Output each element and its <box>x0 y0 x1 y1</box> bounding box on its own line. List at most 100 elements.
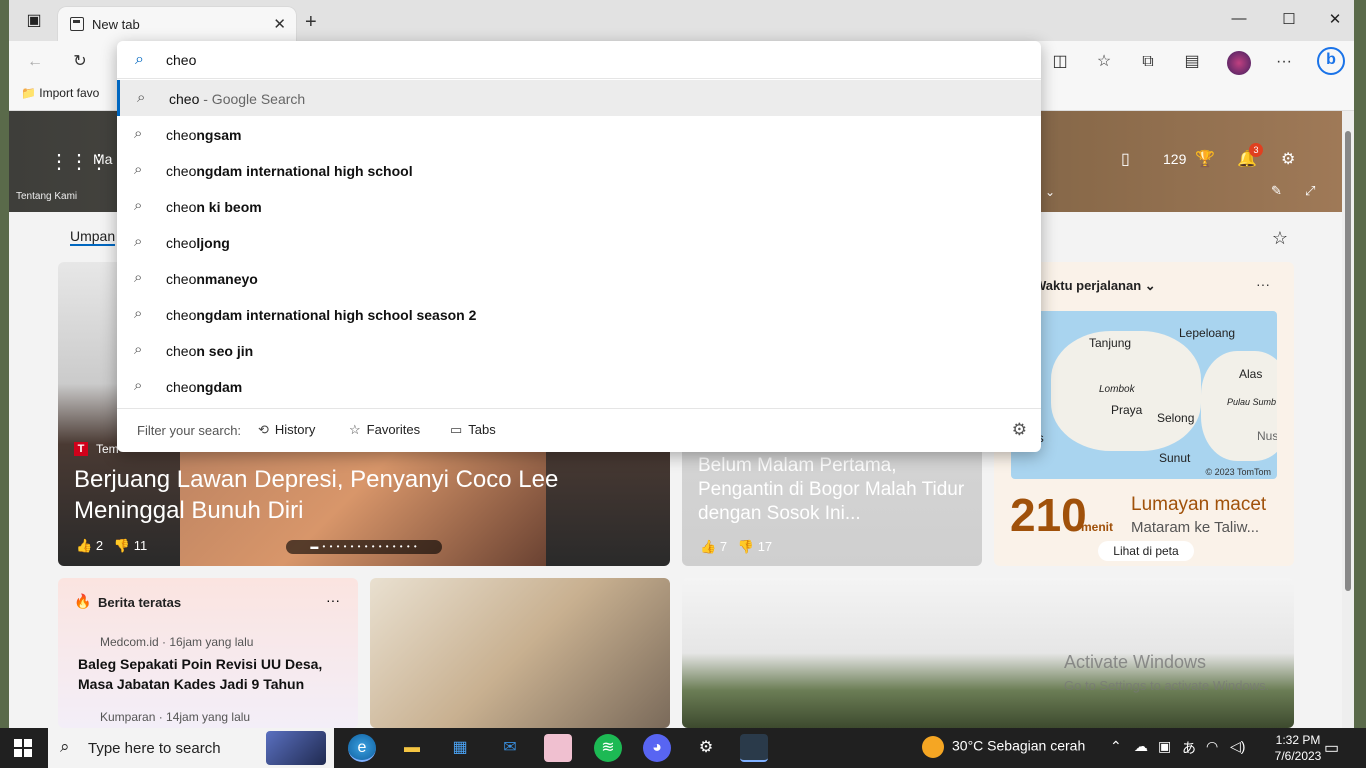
suggestion-item[interactable]: ⌕ cheoljong <box>117 224 1041 260</box>
dislike-icon[interactable]: 👎 <box>738 539 754 554</box>
tab-feed[interactable]: Umpan <box>70 228 116 246</box>
suggestion-completion: ngdam international high school season 2 <box>196 307 477 323</box>
address-bar[interactable]: ⌕ cheo <box>117 41 1041 79</box>
bing-chat-icon[interactable]: b <box>1317 47 1345 75</box>
search-icon: ⌕ <box>60 737 70 756</box>
filter-tabs-button[interactable]: ▭ Tabs <box>450 422 502 438</box>
map-label: Alas <box>1239 367 1263 381</box>
edit-background-icon[interactable]: ✎ <box>1271 183 1282 199</box>
address-input[interactable]: cheo <box>166 52 196 68</box>
close-icon[interactable]: ✕ <box>1325 10 1345 28</box>
about-link[interactable]: Tentang Kami <box>16 191 77 202</box>
rewards-points[interactable]: 129 <box>1163 151 1186 167</box>
weather-widget[interactable]: 30°C Sebagian cerah <box>922 736 1085 758</box>
chevron-down-icon[interactable]: ⌄ <box>1045 185 1055 199</box>
map-copyright: © 2023 TomTom <box>1205 467 1272 477</box>
settings-icon[interactable]: ⚙ <box>692 734 720 762</box>
hero-reactions: 👍 2 👎 11 <box>76 538 147 554</box>
news-title[interactable]: Belum Malam Pertama, Pengantin di Bogor … <box>698 454 968 526</box>
dislike-icon[interactable]: 👎 <box>114 538 130 553</box>
suggestion-prefix: cheo <box>166 235 197 251</box>
suggestion-item[interactable]: ⌕ cheongdam international high school <box>117 152 1041 188</box>
windows-start-icon[interactable] <box>14 739 32 757</box>
meet-icon[interactable]: ▣ <box>1158 738 1171 755</box>
search-icon: ⌕ <box>134 377 143 394</box>
traffic-header-label: Waktu perjalanan <box>1034 278 1142 293</box>
scrollbar-thumb[interactable] <box>1345 131 1351 591</box>
system-clock[interactable]: 1:32 PM 7/6/2023 <box>1274 732 1322 764</box>
volume-icon[interactable]: ◁) <box>1230 738 1245 755</box>
maximize-icon[interactable]: ☐ <box>1279 10 1299 28</box>
collections-icon[interactable]: ⧉ <box>1137 51 1159 73</box>
minimize-icon[interactable]: — <box>1229 10 1249 27</box>
tab-actions-icon[interactable]: ▣ <box>23 10 45 32</box>
news-headline[interactable]: Baleg Sepakati Poin Revisi UU Desa, Masa… <box>78 654 348 694</box>
tab-new-tab[interactable]: New tab ✕ <box>58 7 296 41</box>
newtab-favicon-icon <box>70 17 84 31</box>
search-settings-icon[interactable]: ⚙ <box>1012 420 1027 440</box>
browser-essentials-icon[interactable]: ▤ <box>1181 51 1203 73</box>
refresh-icon[interactable]: ↻ <box>69 51 91 73</box>
toys-image-card[interactable] <box>370 578 670 728</box>
wifi-icon[interactable]: ◠ <box>1206 738 1218 755</box>
new-tab-button[interactable]: + <box>305 12 317 32</box>
language-icon[interactable]: あ <box>1182 738 1196 758</box>
split-screen-icon[interactable]: ◫ <box>1049 51 1071 73</box>
suggestion-item[interactable]: ⌕ cheonmaneyo <box>117 260 1041 296</box>
onedrive-icon[interactable]: ☁ <box>1134 738 1148 755</box>
notification-center-icon[interactable]: ▭ <box>1324 738 1339 758</box>
like-count: 2 <box>95 538 104 553</box>
suggestion-prefix: cheo <box>166 163 197 179</box>
discord-icon[interactable]: ◕ <box>643 734 671 762</box>
suggestion-item[interactable]: ⌕ cheon ki beom <box>117 188 1041 224</box>
like-icon[interactable]: 👍 <box>76 538 92 553</box>
suggestion-prefix: cheo <box>166 307 197 323</box>
personalize-icon[interactable]: ☆ <box>1272 228 1288 249</box>
more-options-icon[interactable]: ··· <box>326 592 340 608</box>
app-icon[interactable] <box>740 734 768 762</box>
phone-icon[interactable]: ▯ <box>1121 149 1130 169</box>
suggestion-item[interactable]: ⌕ cheongsam <box>117 116 1041 152</box>
suggestion-item[interactable]: ⌕ cheon seo jin <box>117 332 1041 368</box>
spotify-icon[interactable]: ≋ <box>594 734 622 762</box>
suggestion-item[interactable]: ⌕ cheongdam international high school sea… <box>117 296 1041 332</box>
omnibox-dropdown: ⌕ cheo ⌕ cheo - Google Search ⌕ cheongsam ⌕ c… <box>117 41 1041 452</box>
mail-icon[interactable]: ✉ <box>496 734 524 762</box>
rewards-icon[interactable]: 🏆 <box>1195 149 1215 169</box>
import-favorites-link[interactable]: 📁 Import favo <box>21 86 99 100</box>
travel-minutes: 210 <box>1010 489 1087 541</box>
suggestion-prefix: cheo <box>166 343 197 359</box>
traffic-header[interactable]: Waktu perjalanan ⌄ <box>1034 278 1156 294</box>
page-settings-icon[interactable]: ⚙ <box>1281 149 1295 169</box>
suggestion-item[interactable]: ⌕ cheo - Google Search <box>117 80 1041 116</box>
taskbar-search[interactable]: ⌕ Type here to search <box>48 728 334 768</box>
page-scrollbar[interactable] <box>1342 111 1354 728</box>
profile-avatar[interactable] <box>1227 51 1251 75</box>
hero-title[interactable]: Berjuang Lawan Depresi, Penyanyi Coco Le… <box>74 464 594 526</box>
expand-icon[interactable]: ⤢ <box>1305 183 1315 199</box>
game-icon[interactable] <box>544 734 572 762</box>
filter-history-button[interactable]: ⟲ History <box>258 422 321 438</box>
more-menu-icon[interactable]: ··· <box>1273 51 1295 73</box>
file-explorer-icon[interactable]: ▬ <box>398 734 426 762</box>
back-icon[interactable]: ← <box>24 51 46 73</box>
search-icon: ⌕ <box>134 269 143 286</box>
ms-start-label[interactable]: Ma <box>93 151 112 167</box>
more-options-icon[interactable]: ··· <box>1256 276 1270 292</box>
filter-favorites-button[interactable]: ☆ Favorites <box>349 422 426 438</box>
view-map-button[interactable]: Lihat di peta <box>1098 541 1194 561</box>
tray-chevron-icon[interactable]: ⌃ <box>1110 738 1122 755</box>
tabs-icon: ▭ <box>450 422 463 437</box>
favorites-star-icon[interactable]: ☆ <box>1093 51 1115 73</box>
news-source: Medcom.id · 16jam yang lalu <box>100 635 254 649</box>
traffic-map[interactable]: Tanjung Lepeloang Lombok Praya Selong Al… <box>1011 311 1277 479</box>
map-label: Nus <box>1257 429 1277 443</box>
like-icon[interactable]: 👍 <box>700 539 716 554</box>
suggestion-item[interactable]: ⌕ cheongdam <box>117 368 1041 404</box>
edge-icon[interactable]: e <box>348 734 376 762</box>
close-tab-icon[interactable]: ✕ <box>273 15 286 33</box>
suggestion-prefix: cheo <box>166 127 197 143</box>
search-icon: ⌕ <box>137 89 146 106</box>
store-icon[interactable]: ▦ <box>446 734 474 762</box>
carousel-indicator[interactable]: ▬ • • • • • • • • • • • • • • <box>286 540 442 554</box>
